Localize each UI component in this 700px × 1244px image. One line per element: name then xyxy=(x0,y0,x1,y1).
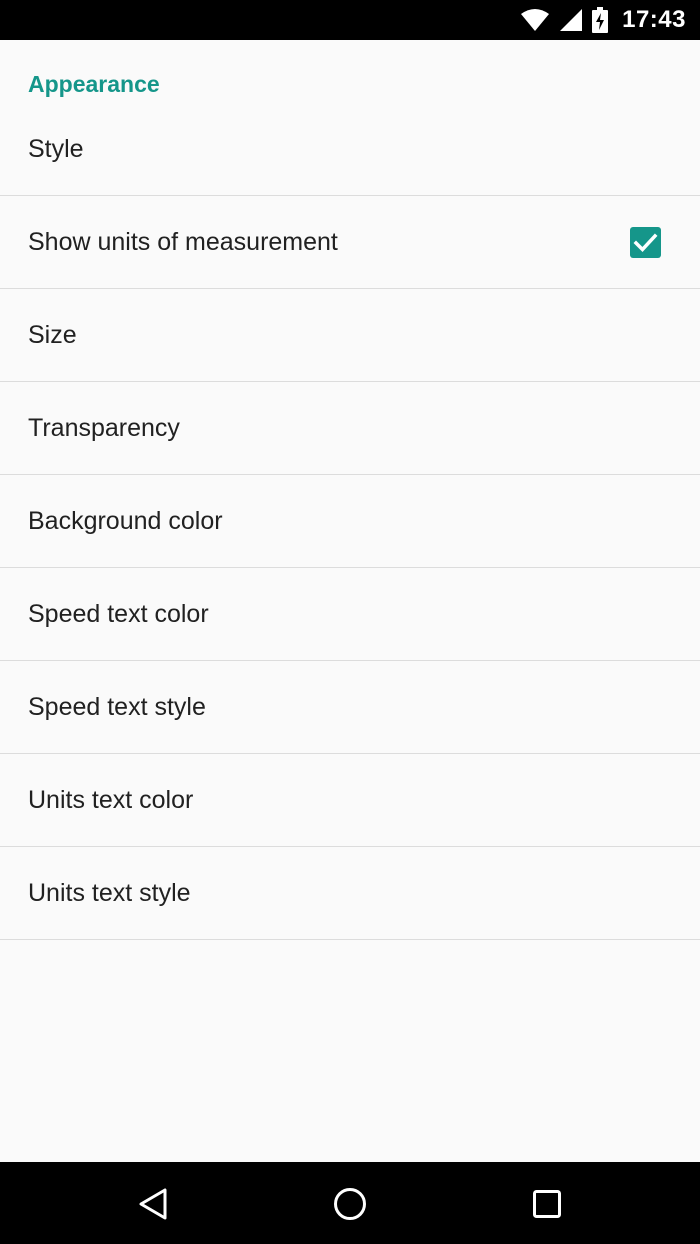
battery-charging-icon xyxy=(592,7,609,33)
pref-label: Speed text style xyxy=(28,692,206,721)
pref-units-text-style[interactable]: Units text style xyxy=(0,847,700,940)
show-units-checkbox[interactable] xyxy=(630,227,661,258)
pref-speed-text-color[interactable]: Speed text color xyxy=(0,568,700,661)
status-icons: 17:43 xyxy=(520,0,686,40)
category-title: Appearance xyxy=(28,71,160,97)
pref-label: Units text color xyxy=(28,785,194,814)
preference-list: Style Show units of measurement Size Tra… xyxy=(0,102,700,940)
status-bar: 17:43 xyxy=(0,0,700,40)
home-button[interactable] xyxy=(328,1182,372,1226)
cell-signal-icon xyxy=(560,9,583,31)
recents-icon xyxy=(533,1190,561,1218)
pref-label: Speed text color xyxy=(28,599,209,628)
back-icon xyxy=(139,1188,167,1220)
wifi-icon xyxy=(520,8,550,32)
pref-transparency[interactable]: Transparency xyxy=(0,382,700,475)
settings-screen: Appearance Style Show units of measureme… xyxy=(0,40,700,1162)
pref-label: Show units of measurement xyxy=(28,227,338,256)
status-time: 17:43 xyxy=(622,6,686,33)
pref-label: Size xyxy=(28,320,77,349)
pref-show-units[interactable]: Show units of measurement xyxy=(0,196,700,289)
pref-units-text-color[interactable]: Units text color xyxy=(0,754,700,847)
pref-label: Units text style xyxy=(28,878,191,907)
pref-background-color[interactable]: Background color xyxy=(0,475,700,568)
pref-label: Transparency xyxy=(28,413,180,442)
back-button[interactable] xyxy=(131,1182,175,1226)
recents-button[interactable] xyxy=(525,1182,569,1226)
pref-size[interactable]: Size xyxy=(0,289,700,382)
pref-style[interactable]: Style xyxy=(0,102,700,196)
pref-label: Style xyxy=(28,135,84,163)
home-icon xyxy=(334,1188,366,1220)
navigation-bar xyxy=(0,1162,700,1244)
check-icon xyxy=(633,233,658,253)
pref-speed-text-style[interactable]: Speed text style xyxy=(0,661,700,754)
pref-label: Background color xyxy=(28,506,223,535)
